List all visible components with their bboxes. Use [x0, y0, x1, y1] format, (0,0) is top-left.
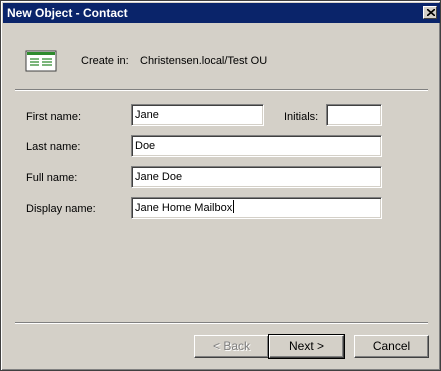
last-name-label: Last name:	[26, 141, 81, 153]
full-name-field[interactable]: Jane Doe	[131, 166, 382, 188]
next-button[interactable]: Next >	[268, 334, 345, 359]
back-button[interactable]: < Back	[194, 335, 269, 358]
title-bar[interactable]: New Object - Contact	[3, 3, 440, 23]
create-in-label: Create in:	[81, 55, 129, 67]
window-title: New Object - Contact	[7, 6, 128, 20]
display-name-field[interactable]: Jane Home Mailbox	[131, 197, 382, 219]
new-contact-dialog: New Object - Contact Create in: Christen…	[0, 0, 441, 371]
display-name-value: Jane Home Mailbox	[135, 202, 233, 214]
text-caret	[233, 200, 235, 213]
initials-field[interactable]	[326, 104, 382, 126]
close-button[interactable]	[423, 6, 437, 19]
bottom-divider	[15, 322, 428, 324]
top-divider	[15, 89, 428, 91]
display-name-label: Display name:	[26, 203, 96, 215]
initials-label: Initials:	[284, 111, 319, 123]
container-path: Christensen.local/Test OU	[140, 55, 268, 67]
first-name-label: First name:	[26, 111, 82, 123]
last-name-field[interactable]: Doe	[131, 135, 382, 157]
first-name-field[interactable]: Jane	[131, 104, 264, 126]
cancel-button[interactable]: Cancel	[354, 335, 429, 358]
close-icon	[427, 9, 435, 16]
contact-card-icon	[25, 50, 57, 72]
full-name-label: Full name:	[26, 172, 78, 184]
